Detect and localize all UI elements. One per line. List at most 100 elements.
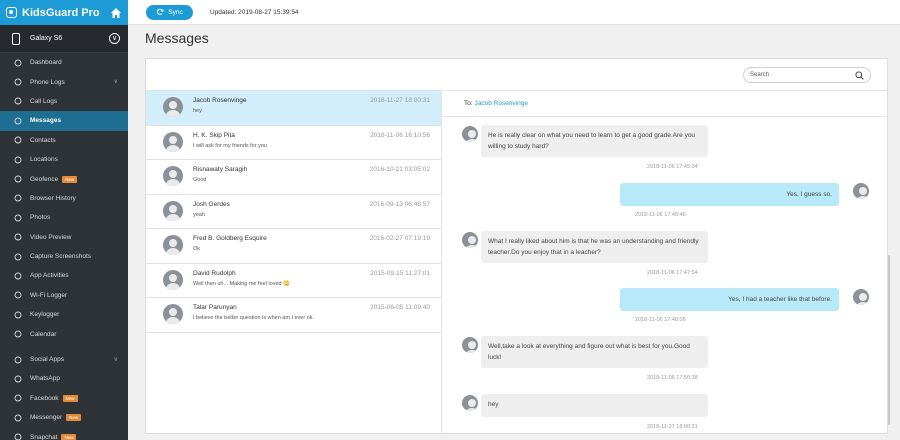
sidebar-item-social-apps[interactable]: Social Apps ∨ [0, 350, 128, 369]
phone-device-icon [12, 32, 20, 45]
sidebar-item-label: Phone Logs [30, 78, 65, 86]
messages-panel: Search Jacob Rosenvinge 2018-11-27 18:00:… [145, 58, 888, 434]
conversation-item[interactable]: Jacob Rosenvinge 2018-11-27 18:00:31 hey [146, 91, 441, 126]
sidebar-item-call-logs[interactable]: Call Logs [0, 92, 128, 111]
sidebar-item-label: Calendar [30, 330, 57, 338]
conversation-item[interactable]: Josh Gerdes 2016-09-13 06:48:57 yeah [146, 195, 441, 229]
sidebar-item-label: Snapchat [30, 433, 58, 440]
sidebar-item-facebook[interactable]: Facebook New [0, 389, 128, 408]
device-selector[interactable]: Galaxy S6 ∨ [0, 25, 128, 53]
thread-scrollbar[interactable] [888, 255, 890, 425]
contact-name: Jacob Rosenvinge [193, 97, 247, 104]
page-title: Messages [145, 30, 209, 46]
conversation-item[interactable]: David Rudolph 2015-09-15 11:27:01 Well the… [146, 264, 441, 298]
to-label: To: [464, 100, 473, 107]
location-icon [14, 156, 22, 164]
received-message: Well,take a look at everything and figur… [481, 336, 708, 368]
contact-name: Talar Parunyan [193, 304, 237, 311]
sidebar-item-label: Browser History [30, 194, 76, 202]
message-icon [14, 117, 22, 125]
phone-icon [14, 97, 22, 105]
sidebar-item-label: Video Preview [30, 233, 72, 241]
search-box[interactable]: Search [743, 67, 871, 83]
messenger-icon [14, 414, 22, 422]
message-timestamp: 2018-11-06 17:47:54 [647, 270, 698, 276]
chevron-down-icon[interactable]: ∨ [114, 356, 118, 363]
chevron-down-icon[interactable]: ∨ [114, 78, 118, 85]
photo-icon [14, 214, 22, 222]
sidebar-item-snapchat[interactable]: Snapchat New [0, 427, 128, 440]
message-preview: I believe the better question is when am… [193, 315, 315, 321]
sidebar-item-phone-logs[interactable]: Phone Logs ∨ [0, 72, 128, 91]
keyboard-icon [14, 311, 22, 319]
dashboard-icon [14, 59, 22, 67]
sidebar-item-locations[interactable]: Locations [0, 150, 128, 169]
received-message: What I really liked about him is that he… [481, 231, 708, 263]
contact-name: David Rudolph [193, 269, 236, 277]
sidebar: KidsGuard Pro Galaxy S6 ∨ Dashboard Phone… [0, 0, 128, 440]
conversation-time: 2016-10-21 03:05:02 [369, 166, 430, 173]
sync-icon [157, 8, 164, 15]
sidebar-item-label: Wi-Fi Logger [30, 291, 68, 299]
conversation-time: 2018-11-27 18:00:31 [370, 97, 430, 104]
facebook-icon [14, 394, 22, 402]
conversation-time: 2015-09-15 11:27:01 [370, 269, 430, 277]
snapchat-icon [14, 433, 22, 440]
conversation-item[interactable]: Fred B. Goldberg Esquire 2016-02-27 07:19… [146, 229, 441, 264]
chevron-down-icon[interactable]: ∨ [109, 33, 120, 44]
sidebar-item-label: Facebook [30, 394, 59, 402]
sidebar-item-label: Dashboard [30, 59, 62, 67]
avatar [163, 304, 183, 324]
screenshot-icon [14, 253, 22, 261]
sync-label: Sync [168, 8, 183, 16]
sync-button[interactable]: Sync [146, 4, 193, 20]
sidebar-item-calendar[interactable]: Calendar [0, 324, 128, 343]
sidebar-item-contacts[interactable]: Contacts [0, 131, 128, 150]
sidebar-item-photos[interactable]: Photos [0, 208, 128, 227]
search-icon[interactable] [855, 70, 864, 80]
conversation-item[interactable]: Risnawaty Saragih 2016-10-21 03:05:02 Good [146, 160, 441, 195]
sidebar-item-label: Locations [30, 156, 58, 164]
conversation-item[interactable]: Talar Parunyan 2015-06-05 11:09:40 I belie… [146, 298, 441, 333]
sidebar-item-geofence[interactable]: Geofence New [0, 169, 128, 188]
sidebar-item-keylogger[interactable]: Keylogger [0, 305, 128, 324]
home-icon[interactable] [110, 7, 122, 19]
sidebar-item-video-preview[interactable]: Video Preview [0, 228, 128, 247]
message-preview: Good [193, 177, 207, 183]
phone-logs-icon [14, 78, 22, 86]
sidebar-item-browser-history[interactable]: Browser History [0, 189, 128, 208]
avatar [462, 126, 478, 142]
video-icon [14, 233, 22, 241]
conversation-time: 2018-11-06 16:10:56 [370, 131, 430, 139]
sidebar-item-whatsapp[interactable]: WhatsApp [0, 369, 128, 388]
contact-name: H. K. Skip Pita [193, 131, 235, 139]
avatar [163, 200, 183, 221]
sidebar-item-wi-fi-logger[interactable]: Wi-Fi Logger [0, 286, 128, 305]
sidebar-item-label: App Activities [30, 272, 69, 280]
sidebar-item-messages[interactable]: Messages [0, 111, 128, 131]
contact-name: Fred B. Goldberg Esquire [193, 235, 267, 242]
contact-name: Risnawaty Saragih [193, 166, 248, 173]
message-preview: Well then uh... Making me feel loved 😳 [193, 280, 290, 287]
message-preview: hey [193, 108, 202, 114]
conversation-time: 2016-02-27 07:19:19 [369, 235, 430, 242]
sent-message: Yes, I guess so. [620, 183, 839, 206]
recipient-bar: To: Jacob Rosenvinge [443, 90, 888, 117]
new-badge: New [66, 414, 82, 422]
sidebar-item-label: Contacts [30, 136, 56, 144]
sidebar-item-app-activities[interactable]: App Activities [0, 266, 128, 285]
device-name: Galaxy S6 [30, 35, 63, 42]
recipient-name[interactable]: Jacob Rosenvinge [474, 100, 527, 107]
conversation-time: 2016-09-13 06:48:57 [369, 200, 430, 208]
avatar [853, 289, 869, 305]
message-timestamp: 2018-11-06 17:48:06 [635, 317, 686, 323]
sidebar-item-messenger[interactable]: Messenger New [0, 408, 128, 427]
sidebar-item-dashboard[interactable]: Dashboard [0, 53, 128, 72]
conversation-item[interactable]: H. K. Skip Pita 2018-11-06 16:10:56 I will… [146, 126, 441, 160]
avatar [462, 337, 478, 353]
brand-name: KidsGuard Pro [22, 6, 100, 19]
avatar [163, 235, 183, 255]
sidebar-item-capture-screenshots[interactable]: Capture Screenshots [0, 247, 128, 266]
search-input[interactable]: Search [750, 72, 855, 78]
avatar [853, 183, 869, 199]
